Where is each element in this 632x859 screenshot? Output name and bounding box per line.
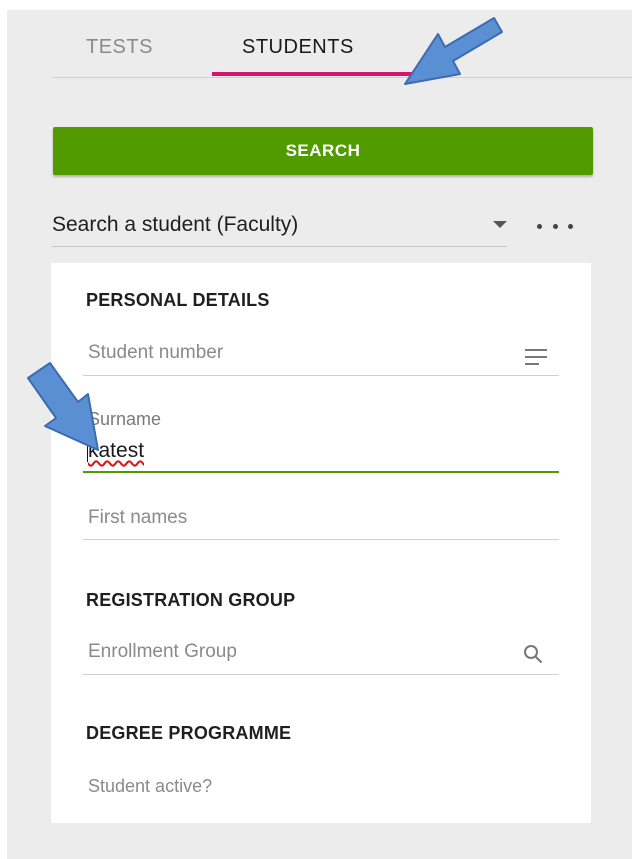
tab-students[interactable]: STUDENTS xyxy=(242,36,354,59)
more-horizontal-icon[interactable] xyxy=(537,218,573,234)
surname-field[interactable]: Surname katest xyxy=(83,393,559,473)
surname-label: Surname xyxy=(88,409,162,429)
active-tab-indicator xyxy=(212,72,424,76)
search-icon[interactable] xyxy=(523,644,543,664)
enrollment-group-field[interactable]: Enrollment Group xyxy=(83,619,559,675)
dropdown-arrow-icon xyxy=(493,221,507,228)
student-number-field[interactable]: Student number xyxy=(83,323,559,376)
search-scope-dropdown[interactable]: Search a student (Faculty) xyxy=(52,200,507,247)
list-icon[interactable] xyxy=(525,349,547,365)
surname-value[interactable]: katest xyxy=(88,439,144,463)
registration-group-title: REGISTRATION GROUP xyxy=(86,590,296,610)
student-number-placeholder: Student number xyxy=(88,342,224,363)
search-scope-value: Search a student (Faculty) xyxy=(52,213,299,236)
personal-details-title: PERSONAL DETAILS xyxy=(86,290,270,310)
enrollment-group-placeholder: Enrollment Group xyxy=(88,641,237,662)
search-form-card: PERSONAL DETAILS Student number Surname … xyxy=(51,263,591,823)
student-active-label[interactable]: Student active? xyxy=(88,776,212,797)
tab-tests[interactable]: TESTS xyxy=(86,36,153,59)
tab-bar: TESTS STUDENTS xyxy=(52,0,632,78)
first-names-field[interactable]: First names xyxy=(83,489,559,540)
first-names-placeholder: First names xyxy=(88,507,188,528)
degree-programme-title: DEGREE PROGRAMME xyxy=(86,723,292,743)
search-button[interactable]: SEARCH xyxy=(53,127,593,175)
